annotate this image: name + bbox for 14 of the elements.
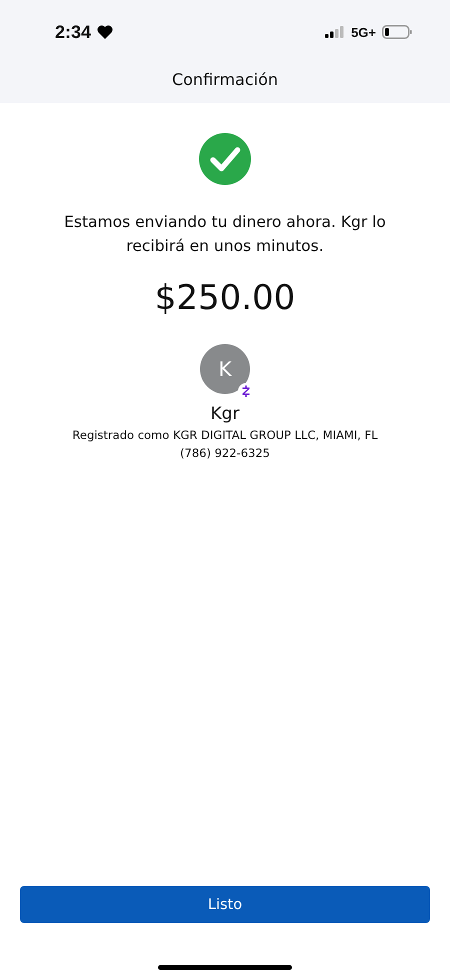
recipient-name: Kgr bbox=[210, 404, 240, 424]
heart-icon bbox=[97, 25, 114, 39]
registered-text: Registrado como KGR DIGITAL GROUP LLC, MIAMI, FL bbox=[72, 428, 378, 442]
avatar: K bbox=[200, 344, 250, 394]
phone-number: (786) 922-6325 bbox=[180, 446, 270, 460]
amount: $250.00 bbox=[154, 278, 296, 318]
done-button[interactable]: Listo bbox=[20, 886, 430, 923]
signal-icon bbox=[325, 26, 346, 38]
check-icon bbox=[199, 133, 251, 185]
battery-icon bbox=[382, 25, 412, 39]
page-title: Confirmación bbox=[170, 69, 280, 89]
confirmation-message: Estamos enviando tu dinero ahora. Kgr lo recibirá en unos minutos. bbox=[63, 212, 387, 257]
network-label: 5G+ bbox=[351, 24, 376, 40]
status-time: 2:34 bbox=[55, 22, 92, 42]
